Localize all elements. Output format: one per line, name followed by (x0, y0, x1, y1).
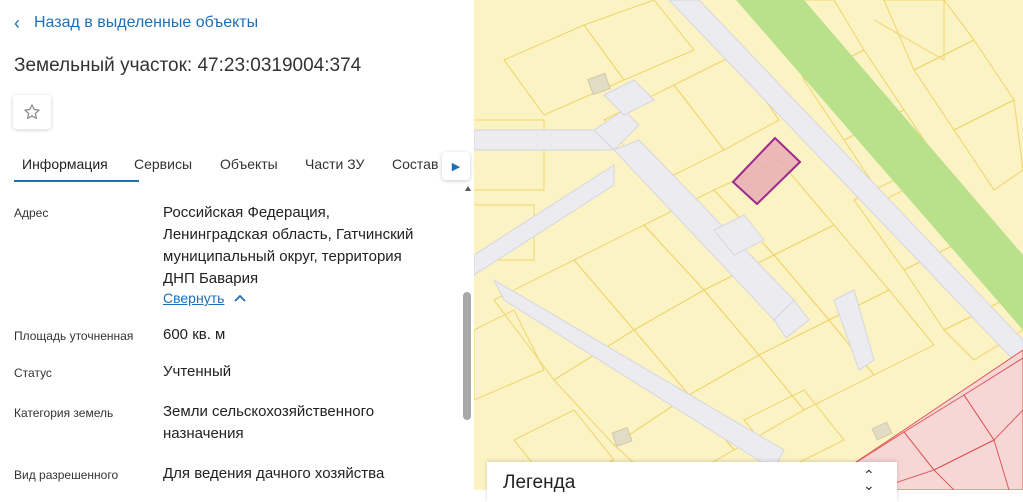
status-label: Статус (14, 366, 52, 380)
address-value: Российская Федерация, Ленинградская обла… (163, 202, 453, 290)
collapse-address-link[interactable]: Свернуть (163, 290, 247, 306)
address-label: Адрес (14, 206, 49, 220)
status-value: Учтенный (163, 363, 232, 380)
star-outline-icon (24, 104, 40, 119)
category-label: Категория земель (14, 406, 114, 420)
tab-objects[interactable]: Объекты (220, 156, 278, 172)
tabs-scroll-right-button[interactable]: ▶ (442, 152, 470, 180)
back-to-selected-link[interactable]: ‹ Назад в выделенные объекты (14, 14, 258, 32)
tab-information[interactable]: Информация (22, 156, 108, 172)
category-line: назначения (163, 425, 244, 442)
chevron-left-icon: ‹ (14, 13, 20, 33)
back-label: Назад в выделенные объекты (34, 14, 259, 31)
area-label: Площадь уточненная (14, 329, 134, 343)
tab-parts[interactable]: Части ЗУ (305, 156, 364, 172)
chevron-up-down-icon[interactable]: ⌃ ⌄ (863, 468, 875, 492)
tab-bar: Информация Сервисы Объекты Части ЗУ Сост… (0, 150, 474, 184)
legend-label: Легенда (503, 472, 576, 493)
category-line: Земли сельскохозяйственного (163, 403, 375, 420)
category-value: Земли сельскохозяйственного назначения (163, 401, 453, 445)
tab-composition[interactable]: Состав (392, 156, 438, 172)
triangle-right-icon: ▶ (451, 160, 461, 173)
area-value: 600 кв. м (163, 326, 226, 343)
collapse-label: Свернуть (163, 290, 225, 306)
favorite-button[interactable] (13, 95, 51, 129)
permitted-use-value: Для ведения дачного хозяйства (163, 465, 385, 482)
tab-services[interactable]: Сервисы (134, 156, 192, 172)
address-line: ДНП Бавария (163, 270, 259, 287)
address-line: Ленинградская область, Гатчинский (163, 226, 414, 243)
map-canvas (474, 0, 1023, 490)
scroll-up-arrow-icon[interactable] (464, 185, 472, 193)
legend-panel[interactable]: Легенда ⌃ ⌄ (487, 462, 897, 502)
scrollbar-thumb[interactable] (463, 292, 471, 420)
chevron-up-icon (234, 294, 247, 302)
address-line: муниципальный округ, территория (163, 248, 402, 265)
info-panel: ‹ Назад в выделенные объекты Земельный у… (0, 0, 474, 490)
active-tab-indicator (14, 180, 139, 182)
page-title: Земельный участок: 47:23:0319004:374 (14, 55, 362, 76)
cadastral-map[interactable] (474, 0, 1023, 490)
permitted-use-label: Вид разрешенного (14, 468, 119, 482)
address-line: Российская Федерация, (163, 204, 330, 221)
